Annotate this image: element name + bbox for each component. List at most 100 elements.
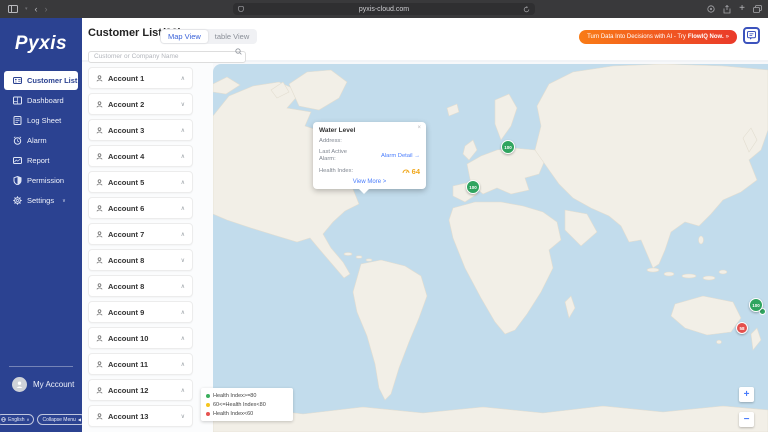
page-header: Customer List(99) Map View table View Tu… — [82, 18, 768, 62]
alarm-clock-icon — [13, 136, 22, 145]
chevron-icon[interactable]: ∧ — [181, 127, 185, 134]
reload-icon[interactable] — [523, 6, 530, 13]
sidebar-item-settings[interactable]: Settings ∨ — [4, 191, 78, 210]
sidebar-item-label: Alarm — [27, 136, 47, 145]
sidebar-toggle-icon[interactable] — [8, 5, 18, 13]
pyxis-logo: Pyxis — [0, 33, 82, 55]
chevron-icon[interactable]: ∧ — [181, 361, 185, 368]
account-row[interactable]: Account 5∧ — [88, 171, 193, 193]
map-legend: Health Index>=80 60<=Health Index<80 Hea… — [201, 388, 293, 421]
flowiq-assistant-button[interactable] — [743, 27, 760, 44]
account-row[interactable]: Account 9 ∧ — [88, 301, 193, 323]
account-row[interactable]: Account 13 ∨ — [88, 405, 193, 427]
account-row[interactable]: Account 8∨ — [88, 249, 193, 271]
chevron-icon[interactable]: ∨ — [181, 413, 185, 420]
tab-overview-icon[interactable] — [753, 5, 762, 13]
chevron-icon[interactable]: ∧ — [181, 283, 185, 290]
url-bar[interactable]: pyxis-cloud.com — [233, 3, 535, 15]
user-icon — [96, 75, 103, 82]
shield-icon — [13, 176, 22, 185]
account-list-panel: Account 1∧ Account 2∨ Account 3 ∧ Account… — [82, 62, 213, 432]
search-box — [88, 45, 246, 57]
map-marker-cluster[interactable]: 100 — [749, 298, 763, 312]
map-marker-cluster[interactable]: 100 — [466, 180, 480, 194]
account-row[interactable]: Account 7 ∧ — [88, 223, 193, 245]
account-row[interactable]: Account 10 ∧ — [88, 327, 193, 349]
sidebar-item-alarm[interactable]: Alarm — [4, 131, 78, 150]
account-name: Account 9 — [108, 308, 144, 317]
chevron-icon[interactable]: ∧ — [181, 231, 185, 238]
account-row[interactable]: Account 3 ∧ — [88, 119, 193, 141]
chevron-icon[interactable]: ∨ — [181, 257, 185, 264]
user-icon — [96, 127, 103, 134]
collapse-menu-button[interactable]: Collapse Menu ◀ — [37, 414, 85, 425]
account-row[interactable]: Account 8 ∧ — [88, 275, 193, 297]
back-icon[interactable]: ‹ — [35, 5, 38, 14]
my-account-label: My Account — [33, 380, 74, 389]
view-more-link[interactable]: View More > — [319, 179, 420, 185]
language-selector[interactable]: English ∨ — [0, 414, 34, 425]
collapse-menu-label: Collapse Menu — [42, 417, 75, 423]
sidebar-item-log-sheet[interactable]: Log Sheet — [4, 111, 78, 130]
gauge-icon — [402, 168, 410, 174]
new-tab-icon[interactable]: + — [739, 4, 745, 14]
zoom-out-button[interactable]: − — [739, 412, 754, 427]
account-list: Account 1∧ Account 2∨ Account 3 ∧ Account… — [88, 67, 193, 427]
legend-item: Health Index>=80 — [206, 391, 288, 400]
chevron-down-icon[interactable]: ▾ — [25, 7, 28, 12]
chevron-icon[interactable]: ∨ — [181, 101, 185, 108]
health-index-value: 64 — [412, 167, 420, 176]
user-icon — [96, 361, 103, 368]
close-icon[interactable]: × — [417, 125, 421, 131]
user-icon — [96, 153, 103, 160]
chevron-icon[interactable]: ∧ — [181, 309, 185, 316]
chevron-icon[interactable]: ∧ — [181, 205, 185, 212]
chevron-icon[interactable]: ∧ — [181, 153, 185, 160]
account-row[interactable]: Account 11∧ — [88, 353, 193, 375]
map-marker-cluster[interactable]: 100 — [501, 140, 515, 154]
chevron-icon[interactable]: ∧ — [181, 335, 185, 342]
account-row[interactable]: Account 4∧ — [88, 145, 193, 167]
account-name: Account 8 — [108, 282, 144, 291]
account-row[interactable]: Account 12∧ — [88, 379, 193, 401]
my-account-button[interactable]: My Account — [0, 377, 82, 392]
chevron-down-icon: ∨ — [62, 198, 66, 204]
health-index-label: Health Index: — [319, 168, 353, 175]
sidebar-divider — [9, 366, 73, 367]
map-marker-cluster[interactable]: 58 — [736, 322, 748, 334]
account-name: Account 13 — [108, 412, 148, 421]
promo-text: Turn Data Into Decisions with AI - Try — [587, 34, 686, 40]
sidebar-item-report[interactable]: Report — [4, 151, 78, 170]
account-name: Account 3 — [108, 126, 144, 135]
tab-map-view[interactable]: Map View — [161, 30, 208, 43]
user-icon — [96, 101, 103, 108]
sidebar: Pyxis Customer List Dashboard Log Sheet … — [0, 18, 82, 432]
user-icon — [96, 179, 103, 186]
account-row[interactable]: Account 2∨ — [88, 93, 193, 115]
search-input[interactable] — [88, 51, 246, 63]
privacy-report-icon[interactable] — [707, 5, 715, 13]
account-name: Account 10 — [108, 334, 148, 343]
chevron-icon[interactable]: ∧ — [181, 387, 185, 394]
sidebar-item-customer-list[interactable]: Customer List — [4, 71, 78, 90]
sidebar-item-label: Permission — [27, 176, 64, 185]
account-row[interactable]: Account 1∧ — [88, 67, 193, 89]
search-icon[interactable] — [235, 48, 242, 55]
user-icon — [96, 257, 103, 264]
share-icon[interactable] — [723, 5, 731, 14]
tab-table-view[interactable]: table View — [208, 30, 256, 43]
account-name: Account 7 — [108, 230, 144, 239]
forward-icon[interactable]: › — [45, 5, 48, 14]
customer-list-icon — [13, 76, 22, 85]
legend-label: 60<=Health Index<80 — [213, 402, 266, 408]
alarm-detail-link[interactable]: Alarm Detail → — [381, 153, 420, 159]
zoom-in-button[interactable]: + — [739, 387, 754, 402]
account-row[interactable]: Account 6∧ — [88, 197, 193, 219]
sidebar-item-permission[interactable]: Permission — [4, 171, 78, 190]
chevron-icon[interactable]: ∧ — [181, 75, 185, 82]
sidebar-item-dashboard[interactable]: Dashboard — [4, 91, 78, 110]
alarm-label: Last Active Alarm: — [319, 149, 361, 163]
chevron-icon[interactable]: ∧ — [181, 179, 185, 186]
flowiq-promo-button[interactable]: Turn Data Into Decisions with AI - Try F… — [579, 30, 737, 44]
map-view[interactable]: 100 100 100 58 Water Level × Address: La… — [213, 64, 768, 432]
